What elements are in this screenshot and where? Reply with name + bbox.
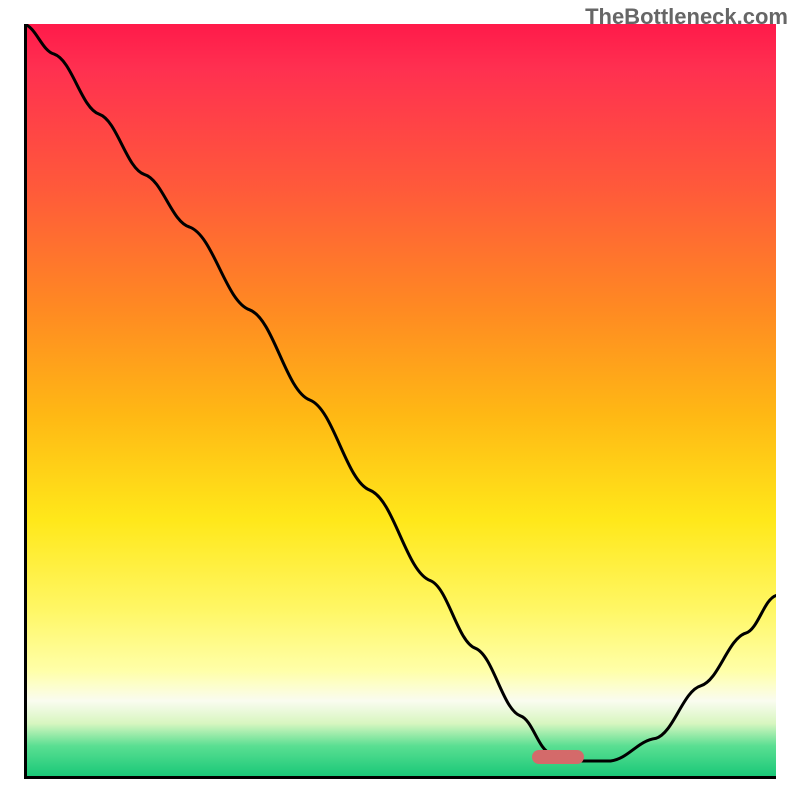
optimum-marker — [532, 750, 584, 764]
x-axis — [24, 776, 776, 779]
axes — [0, 0, 800, 800]
y-axis — [24, 24, 27, 776]
watermark-text: TheBottleneck.com — [585, 4, 788, 30]
bottleneck-chart: TheBottleneck.com — [0, 0, 800, 800]
